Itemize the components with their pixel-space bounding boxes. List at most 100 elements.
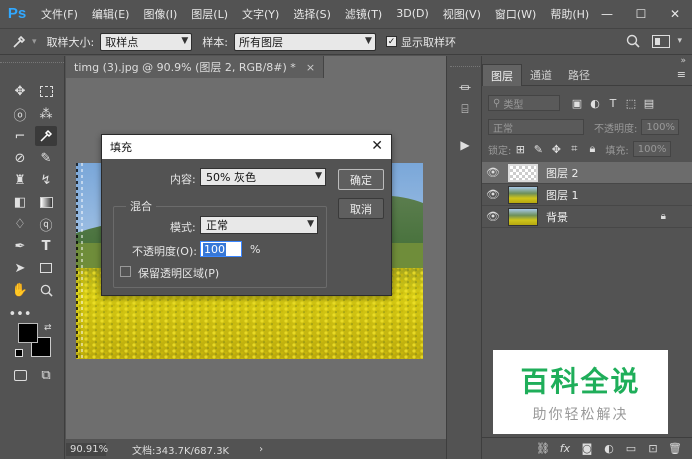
menu-help[interactable]: 帮助(H) bbox=[543, 6, 596, 22]
gradient-tool-icon[interactable] bbox=[35, 192, 57, 212]
opacity-field[interactable]: 100% bbox=[641, 119, 680, 135]
hand-tool-icon[interactable]: ✋ bbox=[9, 280, 31, 300]
new-layer-icon[interactable]: ⊡ bbox=[642, 442, 664, 455]
delete-layer-icon[interactable]: 🗑︎ bbox=[664, 442, 686, 455]
lock-artboard-icon[interactable]: ⌗ bbox=[565, 141, 583, 157]
layer-style-icon[interactable]: fx bbox=[554, 442, 576, 455]
opacity-input[interactable]: 100 bbox=[200, 241, 242, 257]
layer-filter-select[interactable]: ⚲ 类型 bbox=[488, 95, 560, 111]
history-panel-icon[interactable]: ⏛ bbox=[455, 78, 475, 96]
menu-image[interactable]: 图像(I) bbox=[136, 6, 184, 22]
menu-file[interactable]: 文件(F) bbox=[34, 6, 85, 22]
new-group-icon[interactable]: ▭ bbox=[620, 442, 642, 455]
menu-edit[interactable]: 编辑(E) bbox=[85, 6, 137, 22]
menu-window[interactable]: 窗口(W) bbox=[488, 6, 543, 22]
preset-arrow-icon[interactable]: ▾ bbox=[32, 37, 37, 47]
maximize-button[interactable]: ☐ bbox=[624, 0, 658, 27]
layer-row[interactable]: 👁︎ 图层 1 bbox=[482, 184, 692, 206]
close-icon[interactable]: ✕ bbox=[371, 138, 383, 154]
panel-menu-icon[interactable]: ≡ bbox=[677, 68, 686, 81]
blur-tool-icon[interactable]: ♢ bbox=[9, 214, 31, 234]
lock-image-icon[interactable]: ✎ bbox=[529, 141, 547, 157]
link-layers-icon[interactable]: ⛓ bbox=[532, 442, 554, 455]
dodge-tool-icon[interactable]: ⓠ bbox=[35, 214, 57, 234]
magic-wand-tool-icon[interactable]: ⁂ bbox=[35, 104, 57, 124]
close-tab-icon[interactable]: × bbox=[306, 61, 315, 74]
marquee-tool-icon[interactable] bbox=[35, 81, 57, 101]
workspace-icon[interactable] bbox=[652, 35, 670, 48]
brush-tool-icon[interactable]: ✎ bbox=[35, 148, 57, 168]
screen-mode-icon[interactable]: ⧉ bbox=[35, 365, 57, 385]
eye-icon[interactable]: 👁︎ bbox=[482, 210, 504, 223]
path-selection-tool-icon[interactable]: ➤ bbox=[9, 258, 31, 278]
workspace-arrow-icon[interactable]: ▾ bbox=[677, 36, 682, 46]
filter-pixel-icon[interactable]: ▣ bbox=[568, 95, 586, 111]
watermark-subtitle: 助你轻松解决 bbox=[532, 407, 629, 423]
eraser-tool-icon[interactable]: ◧ bbox=[9, 192, 31, 212]
properties-panel-icon[interactable]: ⌸ bbox=[455, 100, 475, 118]
eyedropper-tool-icon[interactable] bbox=[35, 126, 57, 146]
zoom-tool-icon[interactable] bbox=[35, 280, 57, 300]
content-select[interactable]: 50% 灰色 ▼ bbox=[200, 168, 326, 186]
pen-tool-icon[interactable]: ✒ bbox=[9, 236, 31, 256]
ok-button[interactable]: 确定 bbox=[338, 169, 384, 190]
menu-3d[interactable]: 3D(D) bbox=[389, 7, 436, 20]
lock-all-icon[interactable]: 🔒︎ bbox=[583, 141, 601, 157]
show-ring-checkbox[interactable]: ✓ bbox=[385, 36, 397, 47]
status-menu-arrow[interactable]: › bbox=[259, 444, 263, 455]
dialog-titlebar[interactable]: 填充 ✕ bbox=[102, 135, 391, 159]
quick-mask-icon[interactable] bbox=[9, 365, 31, 385]
tab-channels[interactable]: 通道 bbox=[522, 64, 560, 86]
toolbar-grip[interactable] bbox=[0, 62, 64, 66]
filter-smart-object-icon[interactable]: ▤ bbox=[640, 95, 658, 111]
eyedropper-preset-icon[interactable] bbox=[6, 32, 32, 52]
filter-adjustment-icon[interactable]: ◐ bbox=[586, 95, 604, 111]
sample-select[interactable]: 所有图层 ▼ bbox=[233, 32, 376, 51]
lasso-tool-icon[interactable]: ⓞ bbox=[9, 104, 31, 124]
clone-stamp-tool-icon[interactable]: ♜ bbox=[9, 170, 31, 190]
menu-type[interactable]: 文字(Y) bbox=[235, 6, 286, 22]
adjustment-layer-icon[interactable]: ◐ bbox=[598, 442, 620, 455]
fill-field[interactable]: 100% bbox=[632, 141, 671, 157]
blend-mode-select[interactable]: 正常 bbox=[488, 119, 584, 135]
sample-size-select[interactable]: 取样点 ▼ bbox=[100, 32, 193, 51]
eye-icon[interactable]: 👁︎ bbox=[482, 166, 504, 179]
lock-transparent-icon[interactable]: ⊞ bbox=[511, 141, 529, 157]
zoom-level[interactable]: 90.91% bbox=[66, 442, 108, 456]
lock-position-icon[interactable]: ✥ bbox=[547, 141, 565, 157]
filter-shape-icon[interactable]: ⬚ bbox=[622, 95, 640, 111]
tab-paths[interactable]: 路径 bbox=[560, 64, 598, 86]
layer-row[interactable]: 👁︎ 图层 2 bbox=[482, 162, 692, 184]
mode-select[interactable]: 正常 ▼ bbox=[200, 216, 318, 234]
minimize-button[interactable]: — bbox=[590, 0, 624, 27]
preserve-transparency-checkbox[interactable] bbox=[120, 266, 131, 277]
more-tools-icon[interactable]: ••• bbox=[9, 304, 32, 324]
eye-icon[interactable]: 👁︎ bbox=[482, 188, 504, 201]
default-colors-icon[interactable] bbox=[15, 349, 23, 357]
tab-layers[interactable]: 图层 bbox=[482, 64, 522, 86]
layer-row[interactable]: 👁︎ 背景 🔒︎ bbox=[482, 206, 692, 228]
rectangle-tool-icon[interactable] bbox=[35, 258, 57, 278]
move-tool-icon[interactable]: ✥ bbox=[9, 81, 31, 101]
strip-grip[interactable] bbox=[450, 66, 480, 70]
dialog-title: 填充 bbox=[110, 141, 132, 154]
opacity-input-value: 100 bbox=[203, 242, 226, 256]
menu-layer[interactable]: 图层(L) bbox=[184, 6, 235, 22]
document-tab[interactable]: timg (3).jpg @ 90.9% (图层 2, RGB/8#) * × bbox=[66, 56, 325, 78]
type-tool-icon[interactable]: T bbox=[35, 236, 57, 256]
menu-select[interactable]: 选择(S) bbox=[286, 6, 338, 22]
crop-tool-icon[interactable]: ⌐ bbox=[9, 126, 31, 146]
menu-view[interactable]: 视图(V) bbox=[436, 6, 488, 22]
actions-panel-icon[interactable]: ▶ bbox=[455, 136, 475, 154]
cancel-button[interactable]: 取消 bbox=[338, 198, 384, 219]
sample-value: 所有图层 bbox=[238, 35, 283, 49]
filter-type-icon[interactable]: T bbox=[604, 95, 622, 111]
history-brush-tool-icon[interactable]: ↯ bbox=[35, 170, 57, 190]
healing-brush-tool-icon[interactable]: ⊘ bbox=[9, 148, 31, 168]
menu-filter[interactable]: 滤镜(T) bbox=[338, 6, 389, 22]
swap-colors-icon[interactable]: ⇄ bbox=[44, 323, 52, 333]
foreground-color-front[interactable] bbox=[18, 323, 38, 343]
search-icon[interactable] bbox=[626, 34, 640, 51]
add-mask-icon[interactable]: ◙ bbox=[576, 442, 598, 455]
close-button[interactable]: ✕ bbox=[658, 0, 692, 27]
